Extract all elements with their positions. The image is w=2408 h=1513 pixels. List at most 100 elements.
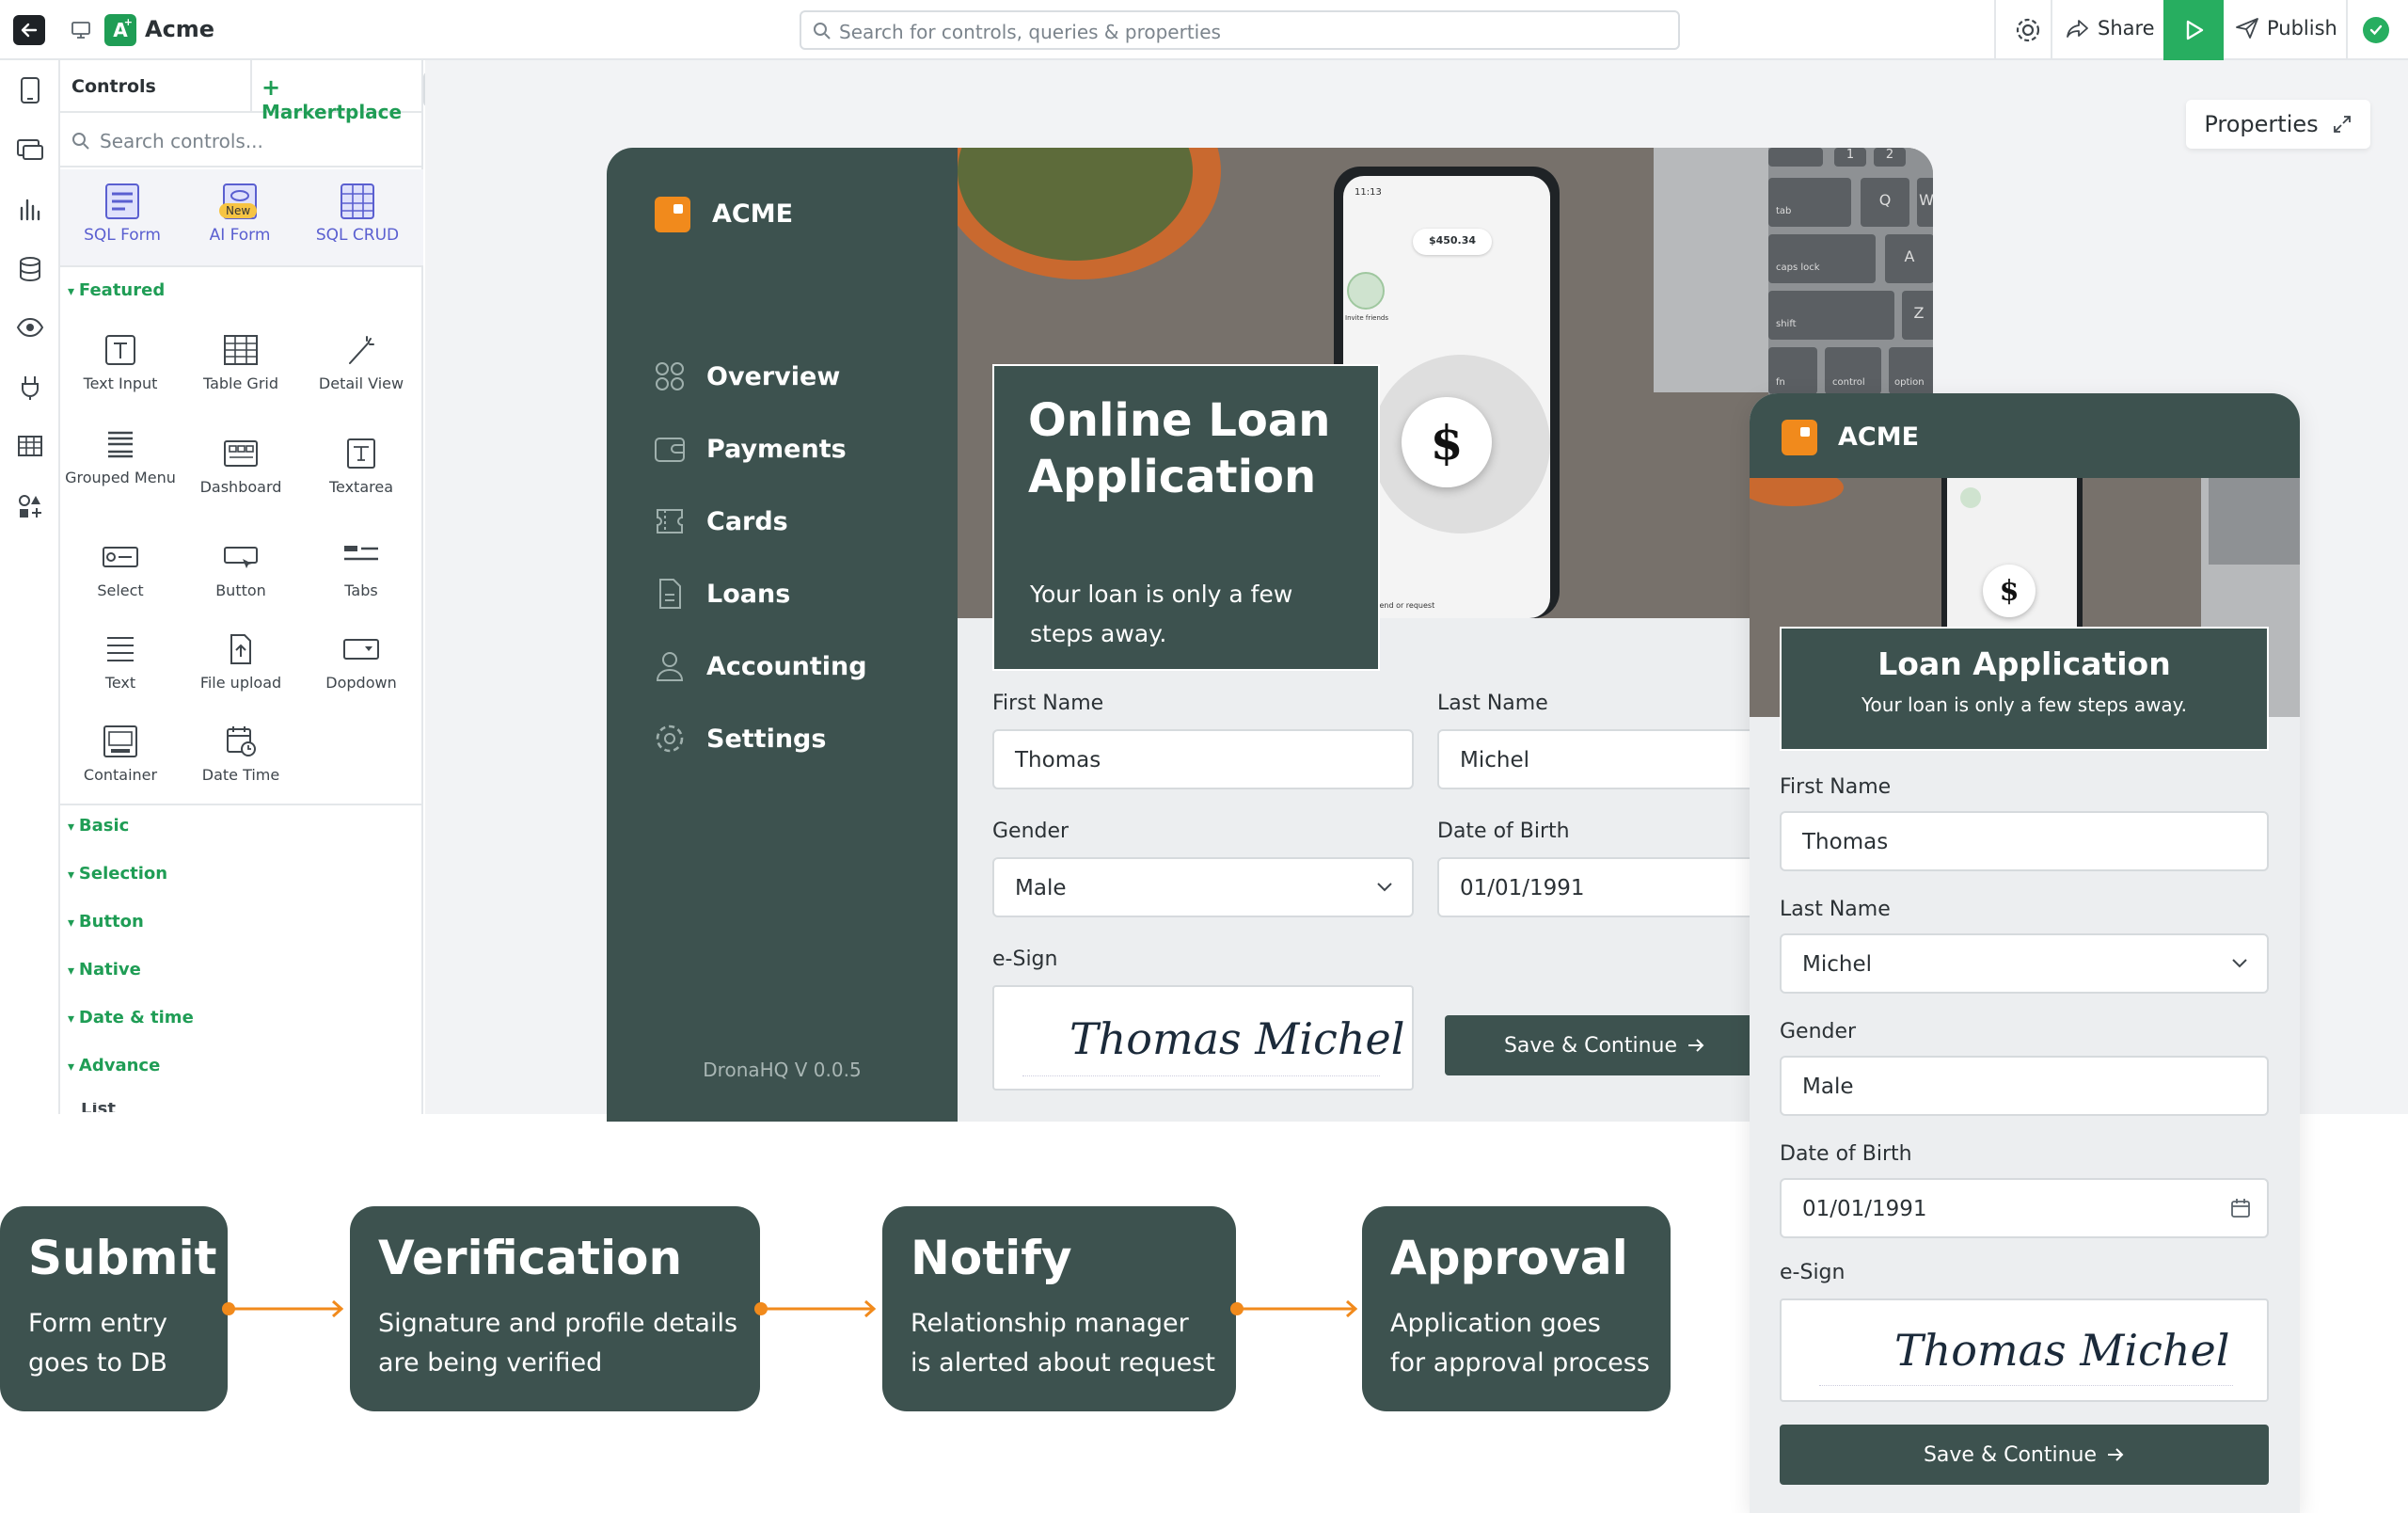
back-button[interactable] xyxy=(13,15,45,45)
control-dropdown[interactable]: Dopdown xyxy=(301,632,421,692)
m-first-name-input[interactable]: Thomas xyxy=(1780,811,2269,871)
nav-cards[interactable]: Cards xyxy=(654,505,788,537)
section-button[interactable]: Button xyxy=(68,912,144,932)
nav-settings[interactable]: Settings xyxy=(654,723,826,755)
control-detail-view[interactable]: Detail View xyxy=(301,333,421,392)
m-gender-input[interactable]: Male xyxy=(1780,1056,2269,1116)
publish-button[interactable]: Publish xyxy=(2235,17,2337,40)
table-icon[interactable] xyxy=(13,429,47,463)
screens-icon[interactable] xyxy=(13,73,47,107)
acme-logo-icon xyxy=(1782,420,1817,455)
controls-search-input[interactable]: Search controls... xyxy=(60,115,423,167)
new-badge: New xyxy=(219,203,258,218)
control-label: Grouped Menu xyxy=(65,469,176,486)
controls-icon[interactable] xyxy=(13,132,47,166)
section-list-truncated: List xyxy=(81,1103,269,1112)
device-preview-icon[interactable] xyxy=(70,19,92,41)
nav-overview[interactable]: Overview xyxy=(654,360,840,392)
dropdown-icon xyxy=(343,639,379,660)
preview-run-button[interactable] xyxy=(2163,0,2224,60)
toolbar-divider xyxy=(1994,0,1996,60)
expand-icon xyxy=(2333,116,2351,133)
template-sql-crud[interactable]: SQL CRUD xyxy=(301,183,414,245)
m-last-name-select[interactable]: Michel xyxy=(1780,933,2269,994)
control-select[interactable]: Select xyxy=(60,540,181,599)
select-icon xyxy=(103,547,138,567)
first-name-input[interactable]: Thomas xyxy=(992,729,1414,789)
section-date-time[interactable]: Date & time xyxy=(68,1008,194,1027)
step-desc: Form entry goes to DB xyxy=(28,1309,167,1378)
control-date-time[interactable]: Date Time xyxy=(181,725,301,784)
controls-panel: Controls + Markertplace Search controls.… xyxy=(60,60,423,1114)
section-featured[interactable]: Featured xyxy=(68,280,165,300)
template-sql-form[interactable]: SQL Form xyxy=(66,183,179,245)
m-esign-label: e-Sign xyxy=(1780,1261,1846,1284)
global-search-input[interactable]: Search for controls, queries & propertie… xyxy=(800,10,1680,50)
dashboard-icon xyxy=(224,440,258,467)
shapes-icon[interactable] xyxy=(13,489,47,523)
control-text-input[interactable]: Text Input xyxy=(60,333,181,392)
section-basic[interactable]: Basic xyxy=(68,816,129,836)
m-esign-pad[interactable]: Thomas Michel xyxy=(1780,1298,2269,1402)
section-advance[interactable]: Advance xyxy=(68,1056,160,1075)
control-button[interactable]: Button xyxy=(181,540,301,599)
workflow-step-notify: Notify Relationship manager is alerted ab… xyxy=(882,1206,1236,1411)
chevron-down-icon xyxy=(1377,883,1392,892)
control-label: Textarea xyxy=(328,478,394,496)
controls-title[interactable]: Controls xyxy=(71,76,156,97)
search-icon xyxy=(814,23,831,40)
m-save-continue-button[interactable]: Save & Continue xyxy=(1780,1425,2269,1485)
app-title[interactable]: Acme xyxy=(145,16,214,42)
control-tabs[interactable]: Tabs xyxy=(301,540,421,599)
plug-icon[interactable] xyxy=(13,371,47,405)
save-continue-button[interactable]: Save & Continue xyxy=(1445,1015,1765,1075)
step-title: Submit xyxy=(28,1231,217,1285)
control-table-grid[interactable]: Table Grid xyxy=(181,333,301,392)
share-button[interactable]: Share xyxy=(2066,17,2155,40)
mobile-hero-card: Loan Application Your loan is only a few… xyxy=(1780,627,2269,751)
dob-label: Date of Birth xyxy=(1437,820,1570,843)
control-label: File upload xyxy=(199,674,282,692)
control-text[interactable]: Text xyxy=(60,632,181,692)
properties-button[interactable]: Properties xyxy=(2186,100,2370,149)
chart-icon[interactable] xyxy=(13,192,47,226)
featured-divider xyxy=(60,804,423,805)
nav-label: Accounting xyxy=(706,651,867,681)
template-ai-form[interactable]: New AI Form xyxy=(183,183,296,245)
detail-view-icon xyxy=(349,336,374,364)
share-icon xyxy=(2067,20,2088,38)
control-textarea[interactable]: Textarea xyxy=(301,437,421,496)
control-label: Tabs xyxy=(344,581,378,599)
last-name-label: Last Name xyxy=(1437,692,1548,715)
gender-select[interactable]: Male xyxy=(992,857,1414,917)
settings-gear-icon[interactable] xyxy=(2013,15,2043,45)
eye-icon[interactable] xyxy=(13,311,47,344)
nav-payments[interactable]: Payments xyxy=(654,433,847,465)
control-file-upload[interactable]: File upload xyxy=(181,632,301,692)
section-selection[interactable]: Selection xyxy=(68,864,167,884)
control-grouped-menu[interactable]: Grouped Menu xyxy=(60,427,181,487)
control-label: Text Input xyxy=(83,374,158,392)
keyboard-image: 1 2 tab Q W caps lock A shift Z fn contr… xyxy=(1768,148,1933,394)
textarea-icon xyxy=(347,438,375,469)
m-dob-input[interactable]: 01/01/1991 xyxy=(1780,1178,2269,1238)
database-icon[interactable] xyxy=(13,252,47,286)
esign-pad[interactable]: Thomas Michel xyxy=(992,985,1414,1091)
app-badge-icon: A + xyxy=(104,14,136,46)
nav-accounting[interactable]: Accounting xyxy=(654,650,867,682)
nav-loans[interactable]: Loans xyxy=(654,578,790,610)
nav-label: Payments xyxy=(706,434,847,464)
control-label: Dashboard xyxy=(199,478,282,496)
control-container[interactable]: Container xyxy=(60,725,181,784)
section-native[interactable]: Native xyxy=(68,960,141,979)
control-dashboard[interactable]: Dashboard xyxy=(181,437,301,496)
dollar-button-icon: $ xyxy=(1983,565,2036,617)
send-icon xyxy=(2236,18,2258,39)
m-last-name-value: Michel xyxy=(1802,952,1872,977)
m-first-name-label: First Name xyxy=(1780,775,1892,799)
step-desc: Relationship manager is alerted about req… xyxy=(911,1309,1215,1378)
hero-title: Online Loan Application xyxy=(1028,394,1331,503)
left-icon-rail xyxy=(0,60,60,1114)
calendar-icon[interactable] xyxy=(2229,1197,2252,1219)
arrow-right-icon xyxy=(1688,1039,1704,1052)
